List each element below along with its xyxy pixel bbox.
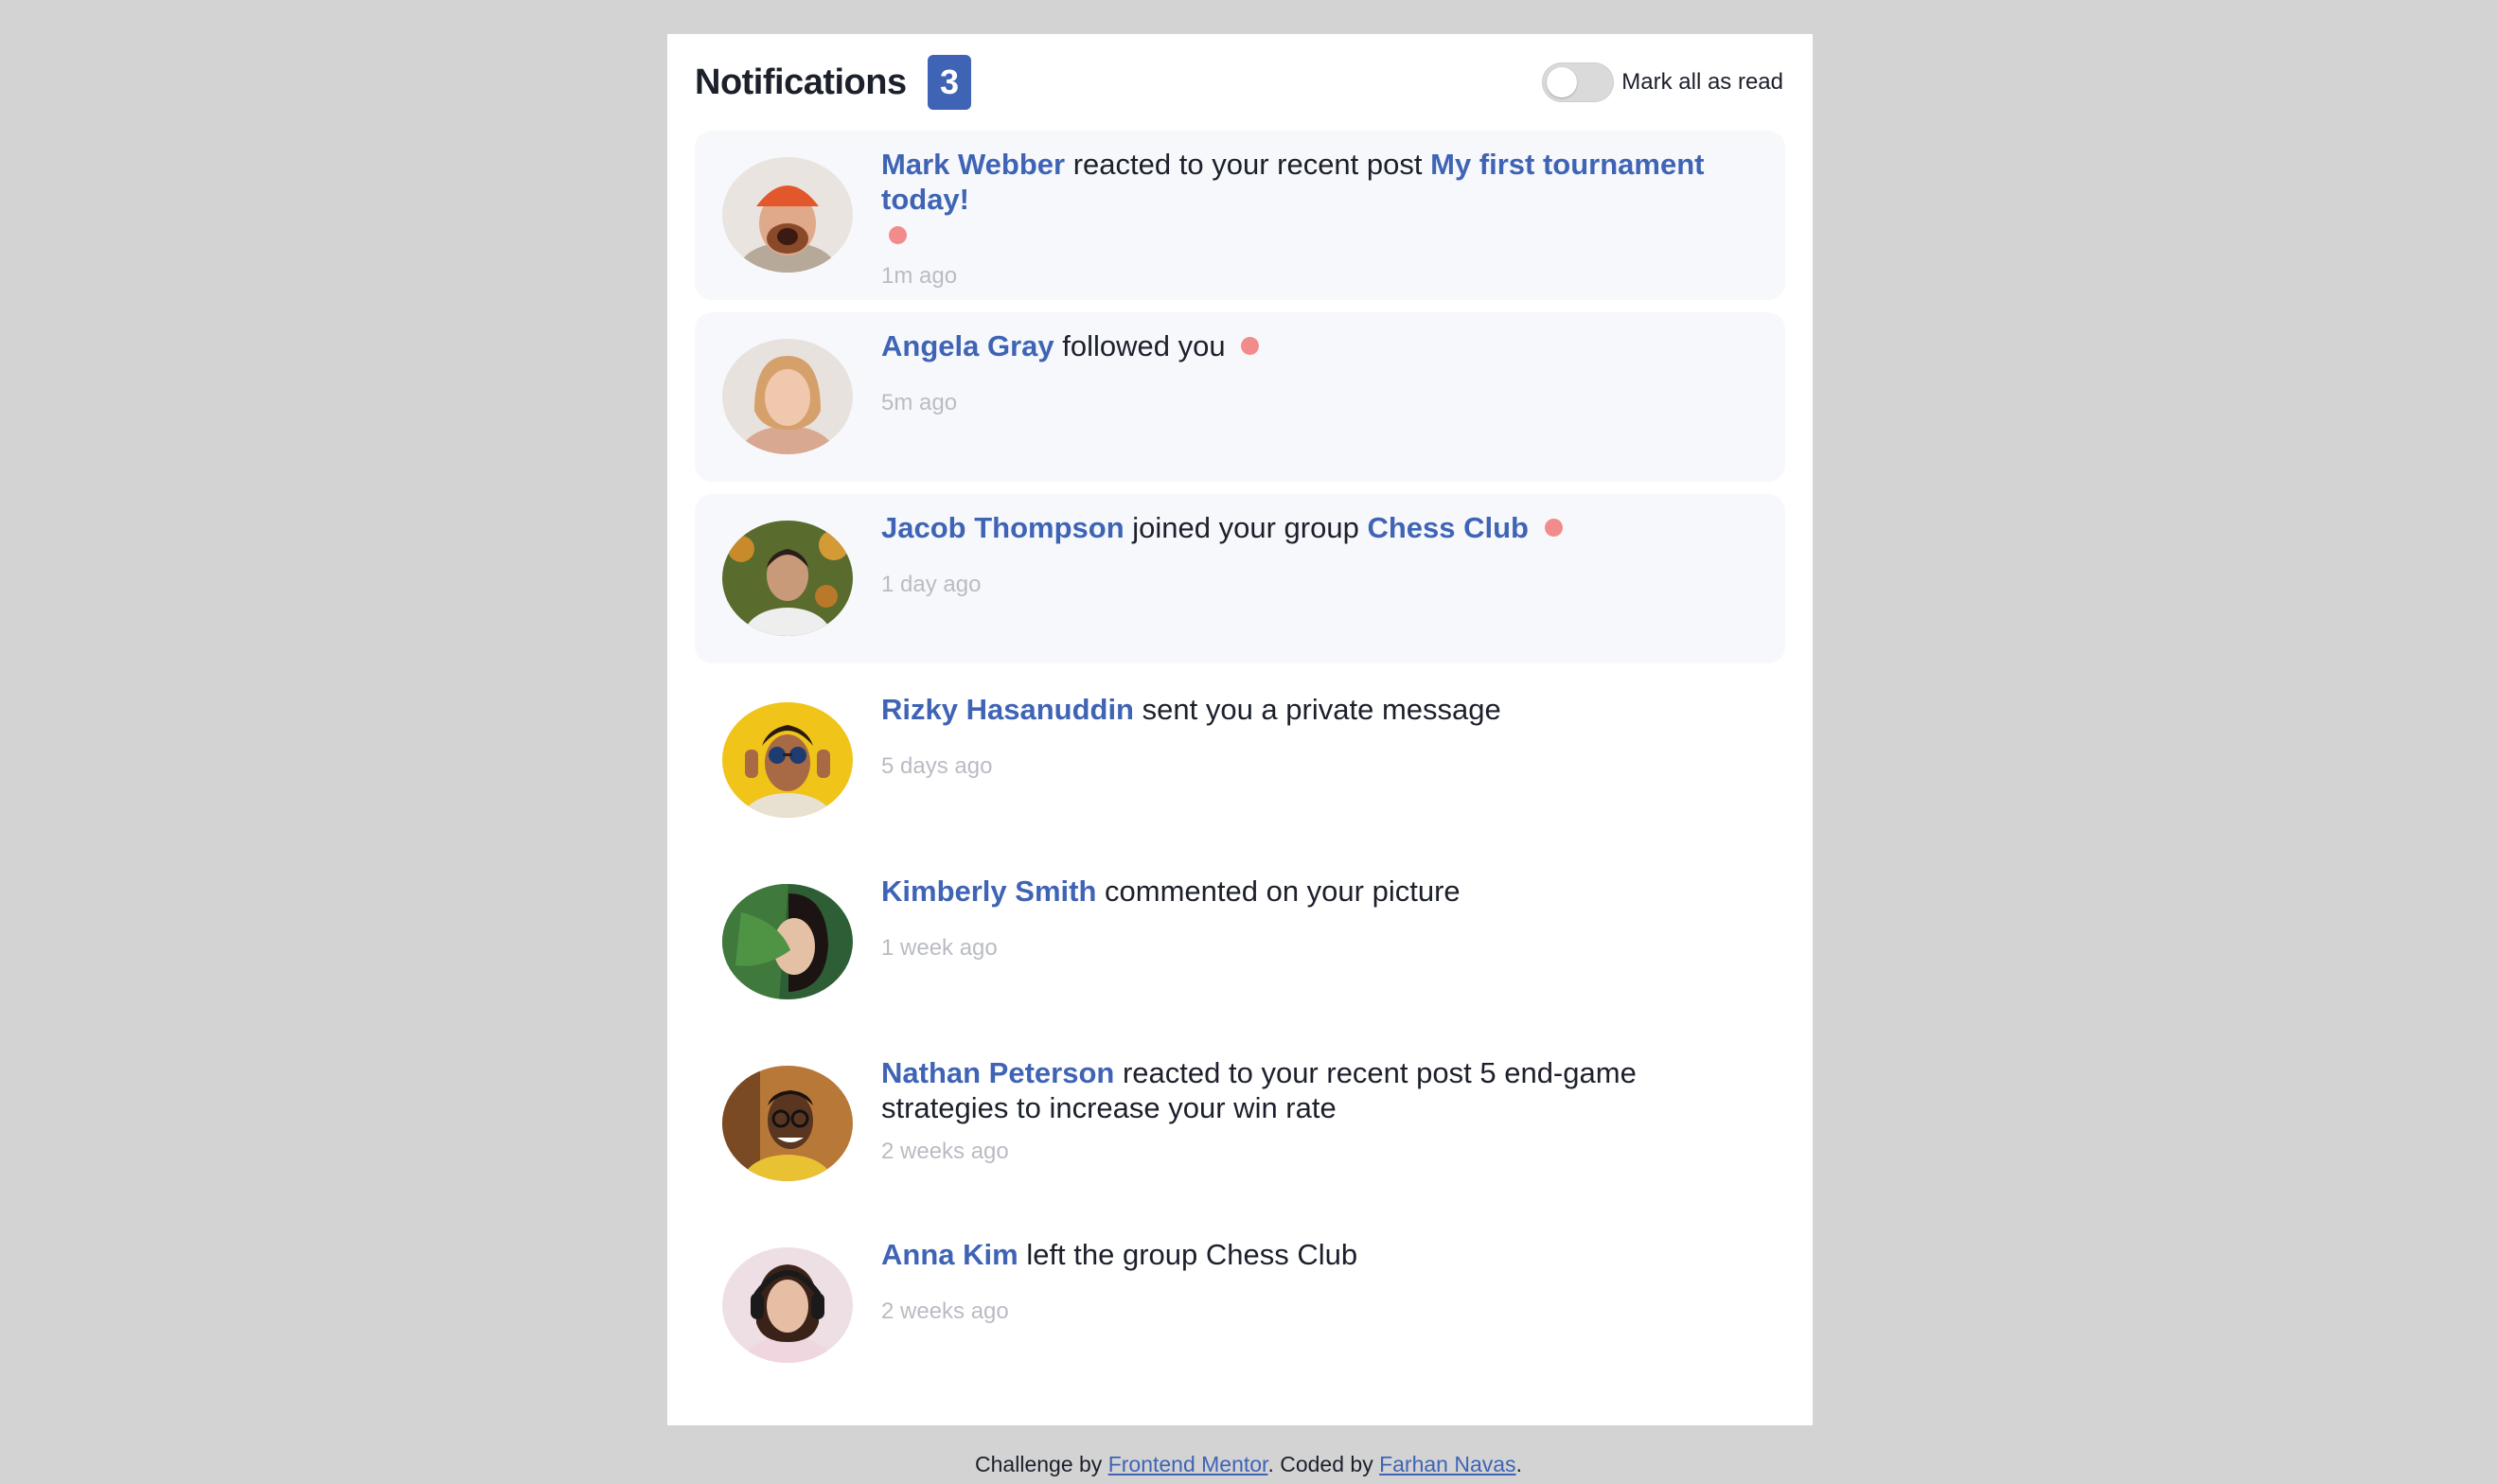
notification-action: reacted to your recent post bbox=[1122, 1056, 1472, 1089]
notifications-header: Notifications 3 Mark all as read bbox=[695, 55, 1783, 112]
notification-user[interactable]: Kimberly Smith bbox=[881, 874, 1096, 908]
author-link[interactable]: Farhan Navas bbox=[1379, 1452, 1515, 1476]
page-title: Notifications bbox=[695, 62, 907, 102]
footer-prefix: Challenge by bbox=[975, 1452, 1103, 1476]
notification-action: left the group bbox=[1026, 1238, 1198, 1271]
avatar-image bbox=[722, 157, 853, 273]
notification-item[interactable]: Anna Kim left the group Chess Club 2 wee… bbox=[695, 1221, 1785, 1390]
footer-suffix: . bbox=[1515, 1452, 1522, 1476]
avatar-image bbox=[722, 1066, 853, 1181]
notification-text: Nathan Peterson reacted to your recent p… bbox=[881, 1055, 1766, 1125]
attribution-footer: Challenge by Frontend Mentor. Coded by F… bbox=[0, 1452, 2497, 1477]
notification-action: sent you a private message bbox=[1142, 693, 1501, 726]
notification-action: reacted to your recent post bbox=[1072, 148, 1423, 181]
notification-body: Kimberly Smith commented on your picture… bbox=[881, 874, 1766, 962]
notification-body: Nathan Peterson reacted to your recent p… bbox=[881, 1055, 1766, 1165]
unread-count-badge: 3 bbox=[928, 55, 971, 110]
anna-kim-avatar[interactable] bbox=[722, 1247, 853, 1363]
notification-item[interactable]: Angela Gray followed you 5m ago bbox=[695, 312, 1785, 482]
notification-text: Rizky Hasanuddin sent you a private mess… bbox=[881, 692, 1766, 727]
notification-user[interactable]: Anna Kim bbox=[881, 1238, 1018, 1271]
notification-text: Angela Gray followed you bbox=[881, 328, 1766, 363]
notification-target[interactable]: Chess Club bbox=[1367, 511, 1529, 544]
frontend-mentor-link[interactable]: Frontend Mentor bbox=[1108, 1452, 1268, 1476]
notification-body: Jacob Thompson joined your group Chess C… bbox=[881, 510, 1766, 598]
footer-middle: . Coded by bbox=[1267, 1452, 1373, 1476]
notification-body: Rizky Hasanuddin sent you a private mess… bbox=[881, 692, 1766, 780]
notification-action: joined your group bbox=[1132, 511, 1359, 544]
notification-text: Kimberly Smith commented on your picture bbox=[881, 874, 1766, 909]
notification-time: 1m ago bbox=[881, 263, 958, 289]
avatar-image bbox=[722, 1247, 853, 1363]
notification-item[interactable]: Rizky Hasanuddin sent you a private mess… bbox=[695, 676, 1785, 845]
mark-all-toggle[interactable] bbox=[1542, 62, 1615, 102]
unread-dot bbox=[1241, 337, 1260, 356]
notification-body: Anna Kim left the group Chess Club 2 wee… bbox=[881, 1237, 1766, 1325]
notification-time: 5m ago bbox=[881, 390, 958, 415]
notification-list: Mark Webber reacted to your recent post … bbox=[695, 131, 1785, 1403]
notification-time: 5 days ago bbox=[881, 753, 993, 779]
notification-text: Anna Kim left the group Chess Club bbox=[881, 1237, 1766, 1272]
notification-user[interactable]: Mark Webber bbox=[881, 148, 1065, 181]
angela-gray-avatar[interactable] bbox=[722, 339, 853, 454]
toggle-knob bbox=[1547, 67, 1578, 97]
kimberly-smith-avatar[interactable] bbox=[722, 884, 853, 999]
notification-body: Angela Gray followed you 5m ago bbox=[881, 328, 1766, 416]
unread-dot bbox=[1544, 519, 1563, 538]
notification-item[interactable]: Nathan Peterson reacted to your recent p… bbox=[695, 1039, 1785, 1209]
notification-user[interactable]: Rizky Hasanuddin bbox=[881, 693, 1134, 726]
unread-dot bbox=[889, 226, 907, 244]
nathan-peterson-avatar[interactable] bbox=[722, 1066, 853, 1181]
notification-target: Chess Club bbox=[1205, 1238, 1358, 1271]
notification-time: 1 week ago bbox=[881, 935, 998, 961]
mark-all-label[interactable]: Mark all as read bbox=[1621, 69, 1783, 96]
notifications-card: Notifications 3 Mark all as read Mark We… bbox=[667, 34, 1813, 1425]
notification-item[interactable]: Jacob Thompson joined your group Chess C… bbox=[695, 494, 1785, 663]
notification-time: 1 day ago bbox=[881, 572, 982, 597]
avatar-image bbox=[722, 339, 853, 454]
notification-text: Mark Webber reacted to your recent post … bbox=[881, 147, 1766, 244]
avatar-image bbox=[722, 521, 853, 636]
notification-time: 2 weeks ago bbox=[881, 1139, 1009, 1164]
notification-action: followed you bbox=[1062, 329, 1226, 362]
avatar-image bbox=[722, 702, 853, 818]
notification-action: commented on your picture bbox=[1105, 874, 1461, 908]
mark-all-control[interactable]: Mark all as read bbox=[1542, 61, 1783, 104]
jacob-thompson-avatar[interactable] bbox=[722, 521, 853, 636]
mark-webber-avatar[interactable] bbox=[722, 157, 853, 273]
notification-item[interactable]: Mark Webber reacted to your recent post … bbox=[695, 131, 1785, 300]
notification-body: Mark Webber reacted to your recent post … bbox=[881, 147, 1766, 290]
rizky-hasanuddin-avatar[interactable] bbox=[722, 702, 853, 818]
notification-item[interactable]: Kimberly Smith commented on your picture… bbox=[695, 857, 1785, 1027]
notification-time: 2 weeks ago bbox=[881, 1298, 1009, 1324]
notification-user[interactable]: Nathan Peterson bbox=[881, 1056, 1114, 1089]
notification-user[interactable]: Jacob Thompson bbox=[881, 511, 1125, 544]
notification-user[interactable]: Angela Gray bbox=[881, 329, 1054, 362]
notification-text: Jacob Thompson joined your group Chess C… bbox=[881, 510, 1766, 545]
avatar-image bbox=[722, 884, 853, 999]
